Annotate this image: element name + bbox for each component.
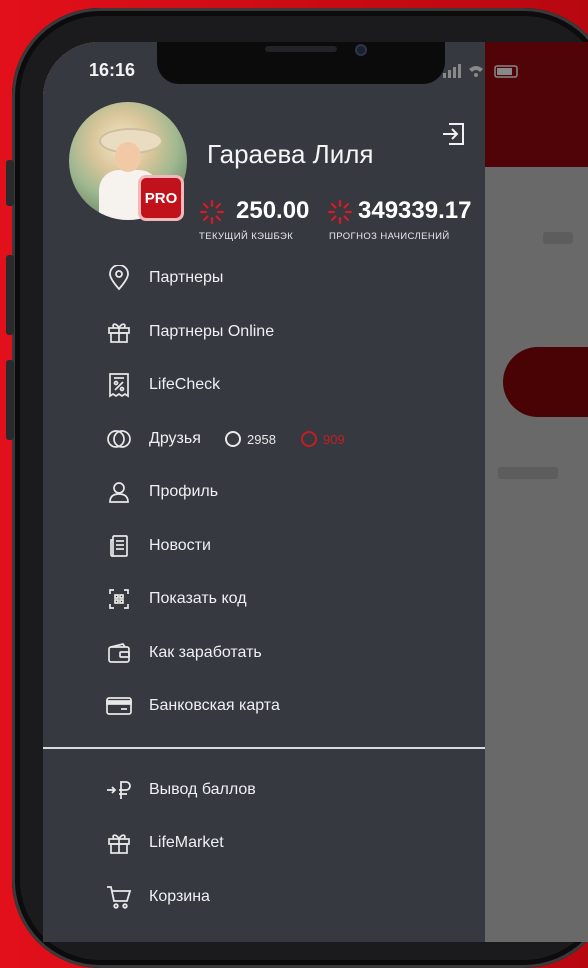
menu-item-show-code[interactable]: Показать код [43,579,485,619]
circle-icon [301,431,317,447]
gift-icon [106,830,132,856]
menu-item-label: LifeMarket [149,834,224,851]
menu-item-how-to-earn[interactable]: Как заработать [43,633,485,673]
credit-card-icon [106,693,132,719]
user-name: Гараева Лиля [207,139,374,169]
cart-icon [106,884,132,910]
news-icon [106,533,132,559]
menu-item-label: Банковская карта [149,697,280,714]
map-pin-icon [106,265,132,291]
menu-item-label: Как заработать [149,644,262,661]
phone-screen: 16:16 PRO Гараева Лиля 250.00 ТЕКУЩИЙ КЭ… [43,42,588,942]
menu-item-label: Партнеры Online [149,323,275,340]
speaker-grille [265,46,337,52]
forecast-icon [327,199,353,225]
friends-count-total: 2958 [225,431,276,447]
user-icon [106,479,132,505]
friends-count-active: 909 [301,431,345,447]
pro-badge: PRO [138,175,184,221]
menu-item-label: LifeCheck [149,376,221,393]
withdraw-ruble-icon [106,777,132,803]
menu-item-label: Корзина [149,888,210,905]
cashback-icon [199,199,225,225]
phone-notch [157,42,445,84]
menu-item-cart[interactable]: Корзина [43,877,485,917]
menu-item-label: Новости [149,537,211,554]
front-camera [355,44,367,56]
menu-item-bank-card[interactable]: Банковская карта [43,686,485,726]
forecast-value: 349339.17 [358,197,472,224]
qr-scan-icon [106,586,132,612]
receipt-percent-icon [106,372,132,398]
menu-item-profile[interactable]: Профиль [43,472,485,512]
menu-item-lifecheck[interactable]: LifeCheck [43,365,485,405]
navigation-drawer: 16:16 PRO Гараева Лиля 250.00 ТЕКУЩИЙ КЭ… [43,42,518,942]
menu-item-label: Показать код [149,590,247,607]
circle-icon [225,431,241,447]
status-time: 16:16 [89,60,136,80]
phone-volume-up [6,255,14,335]
wallet-icon [106,640,132,666]
phone-volume-down [6,360,14,440]
cashback-value: 250.00 [236,197,310,224]
menu-item-friends[interactable]: Друзья 2958 909 [43,419,485,459]
menu-item-label: Партнеры [149,269,224,286]
forecast-label: ПРОГНОЗ НАЧИСЛЕНИЙ [329,231,450,242]
phone-side-button [6,160,14,206]
menu-item-partners[interactable]: Партнеры [43,258,485,298]
menu-item-label: Друзья [149,430,201,447]
menu-divider [43,747,485,749]
friends-icon [106,426,132,452]
menu-item-lifemarket[interactable]: LifeMarket [43,823,485,863]
cashback-label: ТЕКУЩИЙ КЭШБЭК [199,231,294,242]
gift-icon [106,319,132,345]
menu-item-withdraw-points[interactable]: Вывод баллов [43,770,485,810]
logout-icon[interactable] [441,120,467,148]
status-icons [443,64,533,78]
menu-item-label: Профиль [149,483,219,500]
menu-item-news[interactable]: Новости [43,526,485,566]
menu-item-label: Вывод баллов [149,781,256,798]
menu-item-partners-online[interactable]: Партнеры Online [43,312,485,352]
